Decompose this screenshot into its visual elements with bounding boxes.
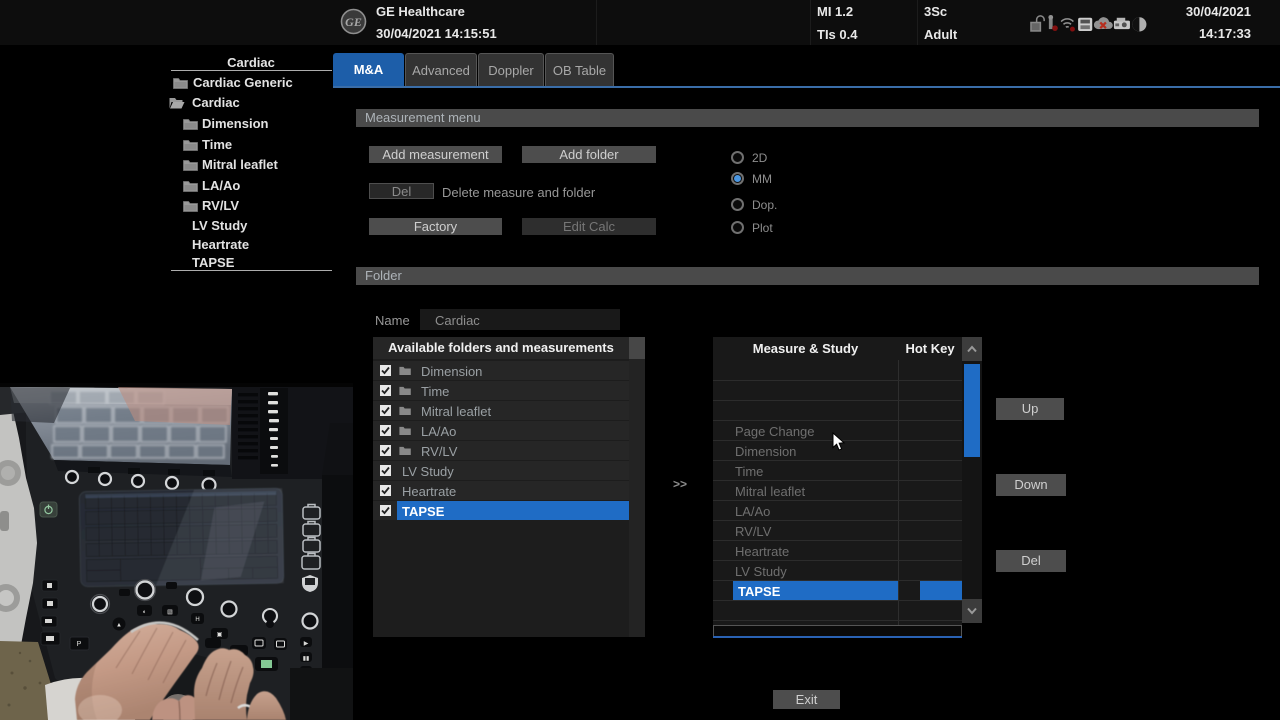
svg-text:GE: GE	[345, 15, 362, 29]
svg-text:▲: ▲	[116, 623, 122, 629]
svg-text:◐: ◐	[143, 610, 147, 616]
svg-text:H: H	[195, 617, 199, 623]
svg-text:▶: ▶	[304, 641, 309, 647]
svg-text:▣: ▣	[217, 632, 223, 638]
svg-text:▮▮: ▮▮	[303, 656, 310, 662]
svg-text:▧: ▧	[167, 610, 173, 616]
svg-text:P: P	[77, 641, 82, 648]
